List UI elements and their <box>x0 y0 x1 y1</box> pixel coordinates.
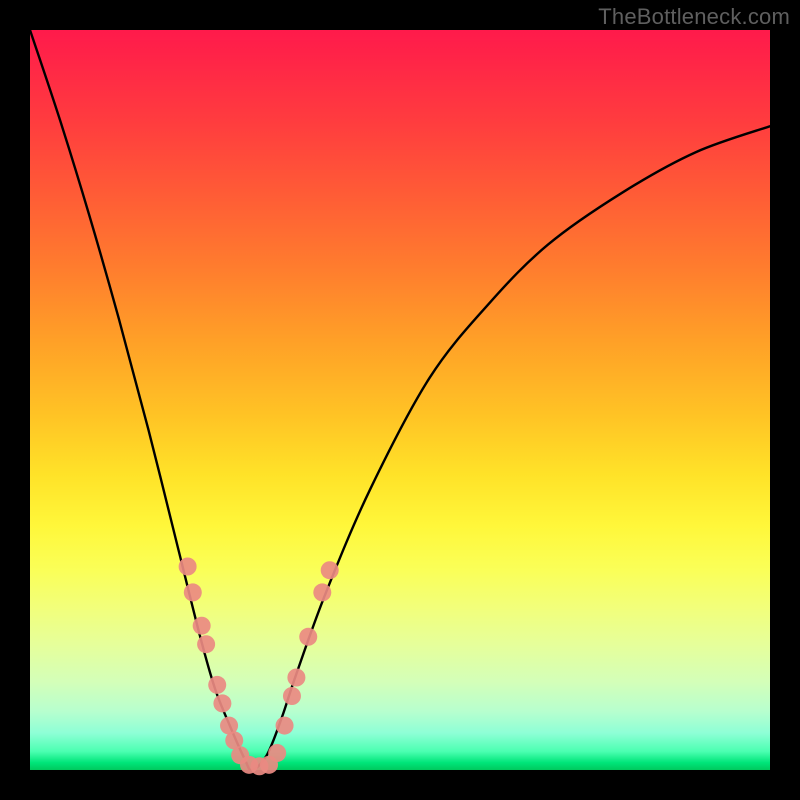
curve-marker <box>321 561 339 579</box>
curve-markers <box>179 558 339 776</box>
curve-marker <box>193 617 211 635</box>
curve-layer <box>30 30 770 770</box>
watermark-text: TheBottleneck.com <box>598 4 790 30</box>
chart-frame: TheBottleneck.com <box>0 0 800 800</box>
curve-marker <box>299 628 317 646</box>
curve-marker <box>179 558 197 576</box>
bottleneck-curve <box>30 30 770 770</box>
curve-marker <box>184 583 202 601</box>
curve-marker <box>268 744 286 762</box>
curve-marker <box>283 687 301 705</box>
curve-marker <box>208 676 226 694</box>
plot-area <box>30 30 770 770</box>
curve-marker <box>276 717 294 735</box>
bottleneck-curve-path <box>30 30 770 770</box>
curve-marker <box>313 583 331 601</box>
curve-marker <box>197 635 215 653</box>
curve-marker <box>287 669 305 687</box>
curve-marker <box>213 694 231 712</box>
